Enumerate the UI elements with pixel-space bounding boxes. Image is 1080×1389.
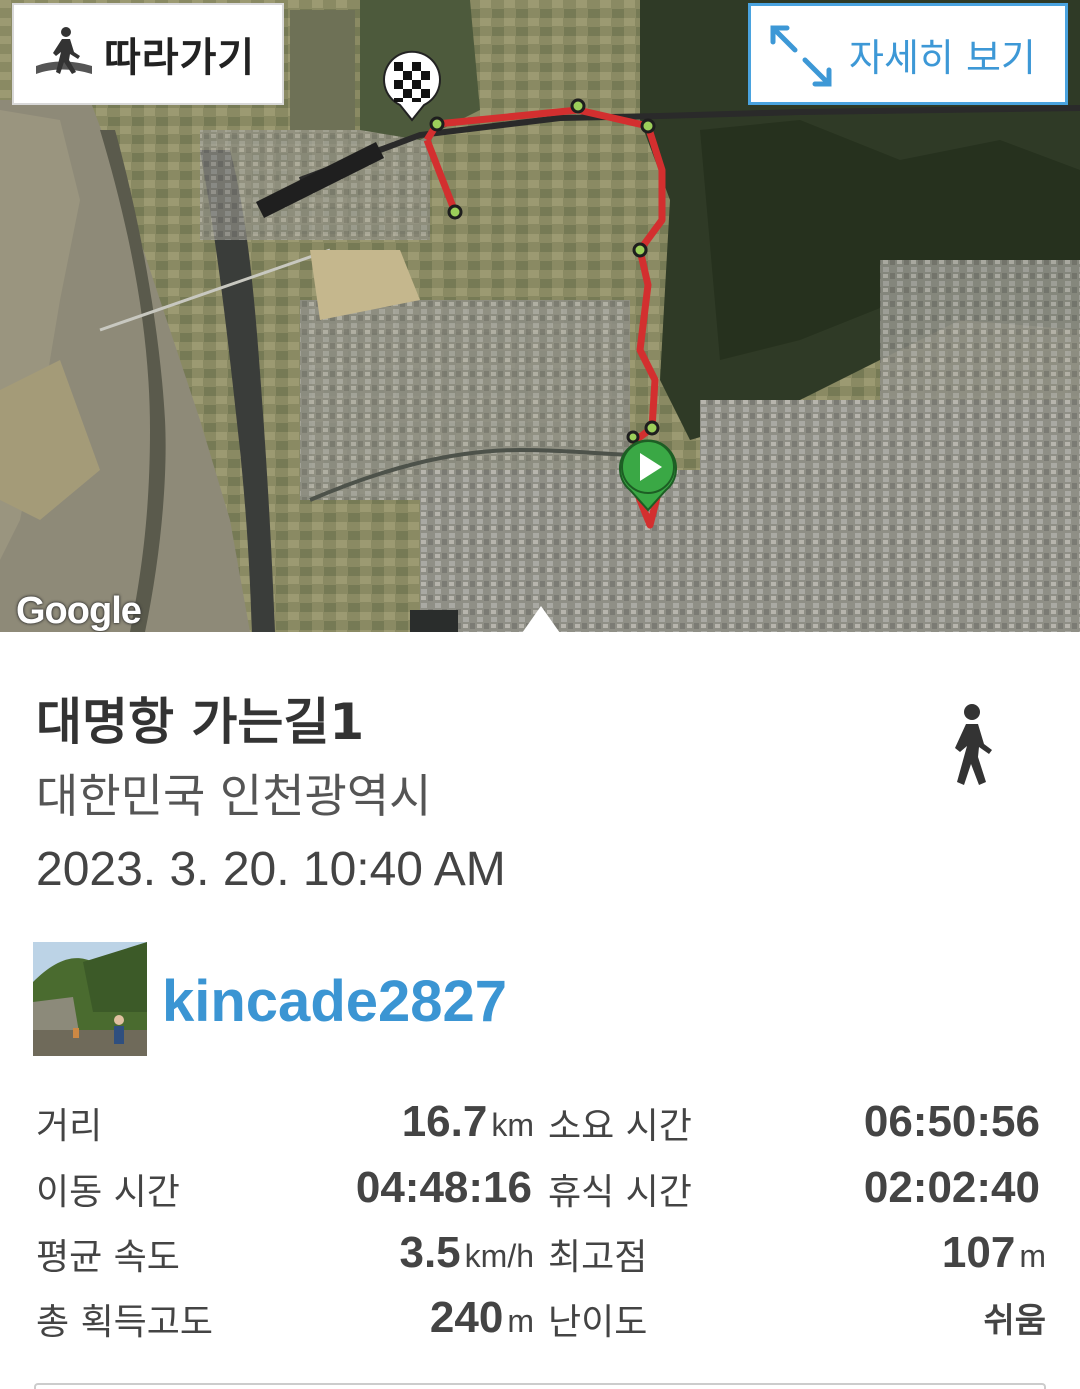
walking-person-icon [36,27,92,74]
distance-value: 16.7 km [401,1097,534,1146]
rest-time-label: 휴식 시간 [548,1172,692,1213]
user-avatar[interactable] [33,942,147,1056]
follow-label: 따라가기 [104,35,256,81]
stats-row: 거리 16.7 km 소요 시간 06:50:56 [0,1097,1080,1157]
username-link[interactable]: kincade2827 [162,968,507,1035]
moving-time-label: 이동 시간 [36,1172,180,1213]
activity-walking-icon [955,704,992,785]
panel-pointer [522,606,560,632]
max-elevation-value: 107 m [941,1228,1046,1277]
google-logo: Google [16,590,142,632]
avg-speed-label: 평균 속도 [36,1237,180,1278]
detail-view-label: 자세히 보기 [849,35,1036,80]
record-info-panel: 대명항 가는길1 대한민국 인천광역시 2023. 3. 20. 10:40 A… [0,632,1080,1389]
total-ascent-label: 총 획득고도 [36,1302,214,1343]
follow-button[interactable]: 따라가기 [12,3,284,105]
rest-time-value: 02:02:40 [863,1163,1040,1212]
max-elevation-label: 최고점 [548,1237,648,1278]
record-datetime: 2023. 3. 20. 10:40 AM [36,843,506,896]
expand-arrows-icon [770,25,832,87]
moving-time-value: 04:48:16 [355,1163,532,1212]
route-map[interactable]: 따라가기 자세히 보기 Google [0,0,1080,632]
total-time-label: 소요 시간 [548,1106,692,1147]
record-title: 대명항 가는길1 [36,693,365,751]
total-ascent-value: 240 m [429,1293,534,1342]
distance-label: 거리 [36,1106,103,1147]
next-card-edge [34,1383,1046,1389]
total-time-value: 06:50:56 [863,1097,1040,1146]
difficulty-value: 쉬움 [983,1302,1046,1340]
detail-view-button[interactable]: 자세히 보기 [748,3,1068,105]
difficulty-label: 난이도 [548,1302,648,1343]
record-location: 대한민국 인천광역시 [36,769,432,823]
avg-speed-value: 3.5 km/h [399,1228,534,1277]
stats-row: 이동 시간 04:48:16 휴식 시간 02:02:40 [0,1163,1080,1223]
stats-row: 총 획득고도 240 m 난이도 쉬움 [0,1293,1080,1353]
stats-row: 평균 속도 3.5 km/h 최고점 107 m [0,1228,1080,1288]
